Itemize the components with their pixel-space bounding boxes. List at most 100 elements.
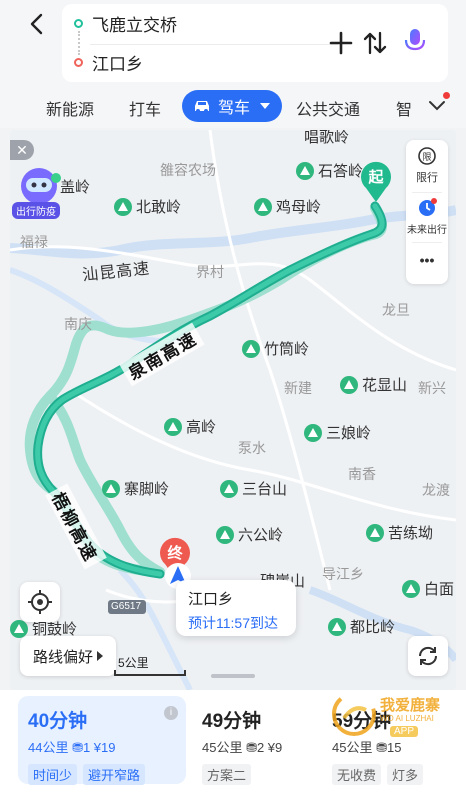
destination-name: 江口乡 xyxy=(188,591,234,608)
tab-taxi[interactable]: 打车 xyxy=(129,96,161,120)
route-preference-button[interactable]: 路线偏好 xyxy=(20,636,116,676)
transport-mode-tabs: 新能源 打车 驾车 公共交通 智 xyxy=(0,86,466,128)
route-tag: 灯多 xyxy=(387,764,424,785)
place-label: 南庆 xyxy=(64,316,92,332)
place-label: 高岭 xyxy=(164,416,216,437)
tab-smart[interactable]: 智 xyxy=(396,96,412,120)
guard-label[interactable]: 出行防疫 xyxy=(12,202,60,219)
place-label: 南香 xyxy=(348,466,376,482)
refresh-button[interactable] xyxy=(408,636,448,676)
scale-label: 5公里 xyxy=(118,656,149,670)
place-label: 福禄 xyxy=(20,234,48,250)
logo-icon xyxy=(332,692,376,736)
route-header: 飞鹿立交桥 江口乡 xyxy=(0,0,466,86)
mountain-icon xyxy=(102,479,120,498)
place-label: 雒容农场 xyxy=(160,162,216,178)
svg-text:限: 限 xyxy=(422,152,431,163)
place-label: 盖岭 xyxy=(60,179,91,196)
place-label: 泵水 xyxy=(238,440,266,456)
route-option-card[interactable]: 49分钟 45公里 ⛃2 ¥9 方案二 xyxy=(192,696,342,785)
place-label: 龙旦 xyxy=(382,302,410,318)
tab-drive-label: 驾车 xyxy=(218,100,251,117)
route-option-card[interactable]: 40分钟 44公里 ⛃1 ¥19 时间少 避开窄路 i xyxy=(18,696,186,785)
mountain-icon xyxy=(304,423,322,442)
place-label: 竹筒岭 xyxy=(242,338,309,359)
route-duration: 40分钟 xyxy=(28,711,88,732)
watermark-logo: 我爱鹿寨 WO AI LUZHAI APP xyxy=(330,690,460,750)
scale-bar xyxy=(114,670,186,676)
route-meta: 45公里 ⛃2 ¥9 xyxy=(202,740,283,755)
place-label: 三台山 xyxy=(220,478,287,499)
mountain-icon xyxy=(114,197,132,216)
watermark-app: APP xyxy=(390,726,419,737)
place-label: 都比岭 xyxy=(328,616,395,637)
destination-eta: 预计11:57到达 xyxy=(188,615,278,631)
add-waypoint-icon[interactable] xyxy=(326,28,356,58)
locate-icon xyxy=(28,590,52,614)
place-label: 白面 xyxy=(402,578,454,599)
mountain-icon xyxy=(402,579,420,598)
caret-right-icon xyxy=(97,651,103,661)
mountain-icon xyxy=(340,375,358,394)
route-tag: 避开窄路 xyxy=(83,764,146,785)
watermark-text: 我爱鹿寨 xyxy=(380,697,441,714)
route-meta: 44公里 ⛃1 ¥19 xyxy=(28,740,116,755)
car-icon xyxy=(195,101,209,113)
route-tag: 方案二 xyxy=(202,764,252,785)
route-input-box: 飞鹿立交桥 江口乡 xyxy=(62,4,448,82)
destination-card[interactable]: 江口乡 预计11:57到达 xyxy=(176,580,296,636)
swap-route-icon[interactable] xyxy=(360,28,390,58)
map-view[interactable]: 唱歌岭 雒容农场 石答岭 盖岭 北敢岭 鸡母岭 福禄 界村 龙旦 南庆 竹筒岭 … xyxy=(10,130,456,690)
route-tag: 时间少 xyxy=(28,764,78,785)
mountain-icon xyxy=(216,525,234,544)
refresh-icon xyxy=(418,646,438,666)
divider xyxy=(90,44,338,45)
svg-text:终: 终 xyxy=(167,544,183,562)
tab-public-transit[interactable]: 公共交通 xyxy=(296,96,360,120)
place-label: 鸡母岭 xyxy=(254,196,321,217)
place-label: 龙渡 xyxy=(422,482,450,498)
mountain-icon xyxy=(164,417,182,436)
start-dot-icon xyxy=(74,19,83,28)
place-label: 唱歌岭 xyxy=(304,130,350,146)
place-label: 三娘岭 xyxy=(304,422,371,443)
place-label: 导江乡 xyxy=(322,566,364,582)
origin-field[interactable]: 飞鹿立交桥 xyxy=(92,11,177,36)
restrict-icon: 限 xyxy=(418,147,436,165)
destination-field[interactable]: 江口乡 xyxy=(92,50,143,75)
mountain-icon xyxy=(242,339,260,358)
map-side-panel: 限 限行 未来出行 ••• xyxy=(406,140,448,284)
route-connector xyxy=(77,31,80,55)
more-button[interactable]: ••• xyxy=(406,252,448,268)
info-icon[interactable]: i xyxy=(164,706,178,720)
close-icon[interactable]: ✕ xyxy=(10,140,34,160)
tab-drive[interactable]: 驾车 xyxy=(182,90,283,122)
place-label: 花显山 xyxy=(340,374,407,395)
mountain-icon xyxy=(366,523,384,542)
place-label: 苦练坳 xyxy=(366,522,433,543)
place-label: 新兴 xyxy=(418,380,446,396)
locate-button[interactable] xyxy=(20,582,60,622)
clock-icon xyxy=(419,198,437,216)
chevron-down-icon xyxy=(260,103,271,109)
watermark-subtext: WO AI LUZHAI xyxy=(380,714,434,723)
restrict-button[interactable]: 限 限行 xyxy=(406,146,448,185)
place-label: 北敢岭 xyxy=(114,196,181,217)
start-marker-icon: 起 xyxy=(361,161,391,202)
drag-handle[interactable] xyxy=(211,674,255,678)
divider xyxy=(412,192,442,193)
microphone-icon[interactable] xyxy=(400,26,430,56)
mountain-icon xyxy=(220,479,238,498)
place-label: 界村 xyxy=(196,264,224,280)
route-tag: 无收费 xyxy=(332,764,382,785)
future-travel-button[interactable]: 未来出行 xyxy=(406,198,448,236)
notification-dot xyxy=(443,92,450,99)
tab-new-energy[interactable]: 新能源 xyxy=(46,96,94,120)
highway-label: G6517 xyxy=(111,601,142,612)
mountain-icon xyxy=(10,619,28,638)
place-label: 六公岭 xyxy=(216,524,283,545)
mountain-icon xyxy=(296,161,314,180)
back-arrow-icon[interactable] xyxy=(24,10,52,38)
place-label: 寨脚岭 xyxy=(102,478,169,499)
svg-text:起: 起 xyxy=(367,168,384,186)
